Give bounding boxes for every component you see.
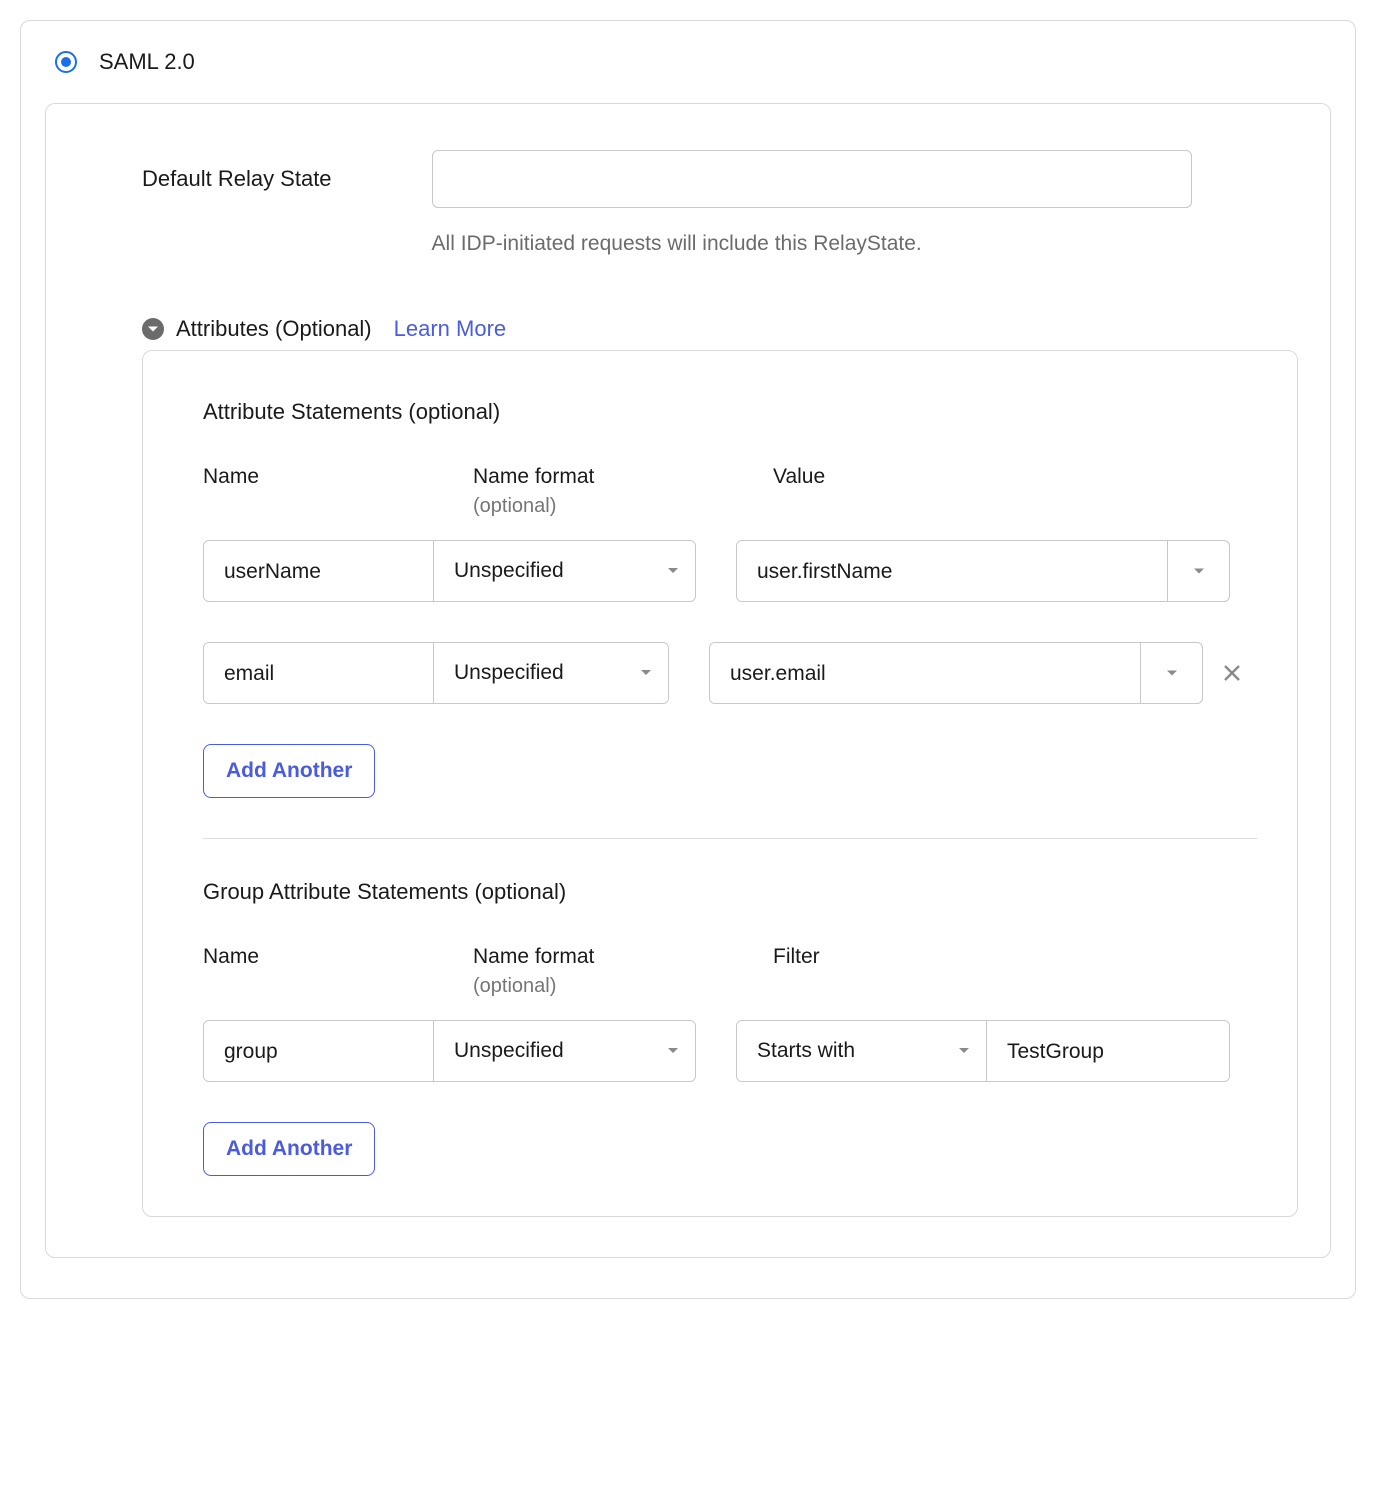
default-relay-state-hint: All IDP-initiated requests will include … bbox=[432, 232, 1278, 256]
attr-value-input[interactable] bbox=[737, 541, 1167, 602]
group-filter-op-value[interactable] bbox=[737, 1020, 986, 1082]
attr-col-format: Name format bbox=[473, 465, 733, 489]
attr-row bbox=[203, 642, 1257, 704]
caret-down-icon bbox=[1166, 663, 1178, 684]
attribute-statements-heading: Attribute Statements (optional) bbox=[203, 399, 1257, 425]
attr-value-dropdown[interactable] bbox=[1140, 643, 1202, 703]
attr-value-dropdown[interactable] bbox=[1167, 541, 1229, 601]
group-name-input[interactable] bbox=[204, 1021, 434, 1082]
attr-name-input[interactable] bbox=[204, 541, 434, 602]
group-filter-op-select[interactable] bbox=[737, 1021, 987, 1081]
default-relay-state-input[interactable] bbox=[432, 150, 1192, 208]
group-col-filter: Filter bbox=[773, 945, 1257, 969]
radio-selected-dot-icon bbox=[61, 57, 71, 67]
attr-format-select[interactable] bbox=[434, 643, 668, 703]
group-format-value[interactable] bbox=[434, 1020, 695, 1082]
group-attribute-statements-heading: Group Attribute Statements (optional) bbox=[203, 879, 1257, 905]
chevron-down-icon bbox=[142, 318, 164, 340]
attributes-card: Attribute Statements (optional) Name Nam… bbox=[142, 350, 1298, 1217]
saml-settings-panel: Default Relay State All IDP-initiated re… bbox=[45, 103, 1331, 1258]
remove-attr-button[interactable] bbox=[1207, 642, 1257, 704]
divider bbox=[203, 838, 1257, 839]
attr-col-name: Name bbox=[203, 465, 433, 489]
attr-row bbox=[203, 540, 1257, 602]
group-col-format: Name format bbox=[473, 945, 733, 969]
saml-radio-label: SAML 2.0 bbox=[99, 49, 195, 75]
default-relay-state-row: Default Relay State All IDP-initiated re… bbox=[46, 150, 1330, 256]
group-filter-value-input[interactable] bbox=[987, 1021, 1229, 1082]
attr-value-input[interactable] bbox=[710, 643, 1140, 704]
attributes-section-title: Attributes (Optional) bbox=[176, 316, 372, 342]
saml-config-card: SAML 2.0 Default Relay State All IDP-ini… bbox=[20, 20, 1356, 1299]
close-icon bbox=[1222, 663, 1242, 683]
group-columns-header: Name Name format (optional) Filter bbox=[203, 945, 1257, 998]
signon-method-radio-row: SAML 2.0 bbox=[45, 49, 1331, 75]
group-format-select[interactable] bbox=[434, 1021, 695, 1081]
saml-radio[interactable] bbox=[55, 51, 77, 73]
caret-down-icon bbox=[1193, 561, 1205, 582]
attr-format-select[interactable] bbox=[434, 541, 695, 601]
attr-col-format-sub: (optional) bbox=[473, 495, 733, 518]
add-group-attribute-button[interactable]: Add Another bbox=[203, 1122, 375, 1176]
group-col-name: Name bbox=[203, 945, 433, 969]
attributes-learn-more-link[interactable]: Learn More bbox=[394, 316, 507, 342]
attributes-section-header[interactable]: Attributes (Optional) Learn More bbox=[46, 316, 1330, 342]
group-col-format-sub: (optional) bbox=[473, 975, 733, 998]
attr-format-value[interactable] bbox=[434, 540, 695, 602]
attr-format-value[interactable] bbox=[434, 642, 668, 704]
attr-columns-header: Name Name format (optional) Value bbox=[203, 465, 1257, 518]
group-attr-row bbox=[203, 1020, 1257, 1082]
add-attribute-button[interactable]: Add Another bbox=[203, 744, 375, 798]
default-relay-state-label: Default Relay State bbox=[142, 150, 332, 192]
attr-name-input[interactable] bbox=[204, 643, 434, 704]
attr-col-value: Value bbox=[773, 465, 1257, 489]
